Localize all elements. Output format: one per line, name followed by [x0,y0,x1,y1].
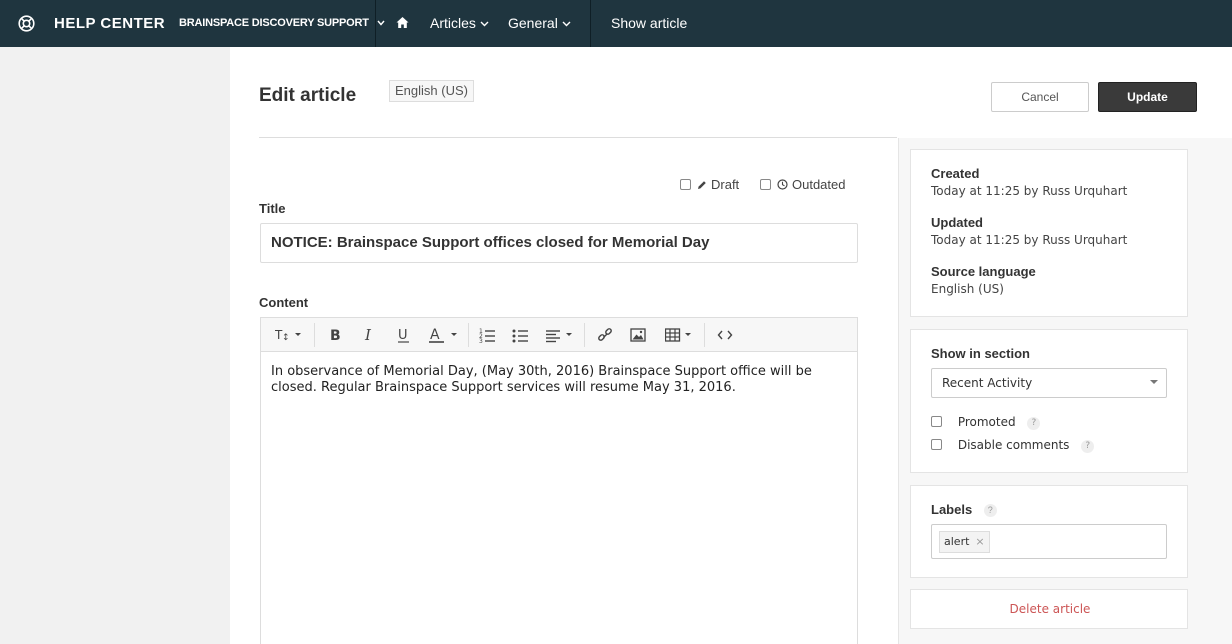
title-label: Title [259,201,286,216]
bullet-list-icon[interactable] [512,326,530,344]
nav-divider [590,0,591,47]
edit-article-panel: Edit article English (US) Cancel Update … [230,47,1232,644]
delete-article-link[interactable]: Delete article [911,590,1189,630]
help-icon[interactable]: ? [1027,417,1041,430]
label-tag: alert × [939,531,990,553]
editor-content-area[interactable]: In observance of Memorial Day, (May 30th… [261,352,857,408]
updated-value: Today at 11:25 by Russ Urquhart [931,233,1128,247]
labels-input[interactable]: alert × [931,524,1167,559]
outdated-toggle[interactable]: Outdated [760,177,846,192]
source-language-value: English (US) [931,282,1004,296]
svg-text:U: U [398,328,408,343]
labels-label: Labels [931,502,973,517]
nav-show-article[interactable]: Show article [611,15,687,31]
toolbar-divider [584,323,585,347]
nav-general-label: General [508,15,558,31]
created-label: Created [931,166,980,181]
help-center-title[interactable]: HELP CENTER [54,15,165,32]
labels-heading: Labels ? [931,502,997,517]
table-icon[interactable] [664,326,695,344]
chevron-down-icon [562,15,571,31]
toolbar-divider [468,323,469,347]
delete-card: Delete article [910,589,1188,629]
bold-icon[interactable]: B [329,326,343,344]
svg-text:B: B [330,328,341,344]
article-sidebar: Created Today at 11:25 by Russ Urquhart … [898,138,1232,644]
source-language-label: Source language [931,264,1036,279]
toolbar-divider [314,323,315,347]
updated-label: Updated [931,215,983,230]
divider [259,137,897,138]
update-button[interactable]: Update [1098,82,1197,112]
promoted-option[interactable]: Promoted ? [931,415,1041,430]
page-title: Edit article [259,85,357,106]
ordered-list-icon[interactable]: 123 [479,326,497,345]
section-card: Show in section Recent Activity Promoted… [910,329,1188,473]
section-select-value: Recent Activity [942,376,1033,390]
toolbar-divider [704,323,705,347]
disable-comments-checkbox[interactable] [931,439,942,450]
top-navigation-bar: HELP CENTER BRAINSPACE DISCOVERY SUPPORT… [0,0,1232,47]
language-badge[interactable]: English (US) [389,80,474,102]
image-icon[interactable] [630,326,646,344]
pencil-icon [698,181,706,189]
chevron-down-icon [377,17,385,29]
nav-divider [375,0,376,47]
close-icon[interactable]: × [975,535,984,548]
title-input[interactable]: NOTICE: Brainspace Support offices close… [260,223,858,263]
nav-articles-label: Articles [430,15,476,31]
svg-text:↕: ↕ [282,333,290,343]
promoted-label: Promoted [957,415,1016,429]
svg-text:I: I [364,326,372,344]
chevron-down-icon [480,15,489,31]
svg-text:3: 3 [479,338,483,344]
product-name: BRAINSPACE DISCOVERY SUPPORT [179,17,369,29]
italic-icon[interactable]: I [363,326,377,344]
home-icon[interactable] [396,16,409,29]
nav-articles[interactable]: Articles [430,15,489,31]
disable-comments-option[interactable]: Disable comments ? [931,438,1095,453]
outdated-checkbox[interactable] [760,179,771,190]
help-icon[interactable]: ? [1081,440,1095,453]
outdated-label: Outdated [792,177,846,192]
show-in-section-label: Show in section [931,346,1030,361]
align-icon[interactable] [546,326,576,344]
disable-comments-label: Disable comments [957,438,1070,452]
help-icon[interactable]: ? [983,504,997,517]
editor-toolbar: T ↕ B I U A 123 [261,318,857,352]
clock-icon [777,179,788,190]
underline-icon[interactable]: U [397,326,411,344]
caret-down-icon [1150,380,1158,384]
created-value: Today at 11:25 by Russ Urquhart [931,184,1128,198]
product-switcher[interactable]: BRAINSPACE DISCOVERY SUPPORT [179,17,385,29]
draft-label: Draft [711,177,740,192]
cancel-button[interactable]: Cancel [991,82,1089,112]
promoted-checkbox[interactable] [931,416,942,427]
text-size-icon[interactable]: T ↕ [274,326,305,344]
lifebuoy-icon[interactable] [18,15,35,32]
section-select[interactable]: Recent Activity [931,368,1167,398]
article-meta-card: Created Today at 11:25 by Russ Urquhart … [910,149,1188,317]
label-tag-text: alert [944,535,970,548]
code-icon[interactable] [717,326,733,344]
text-color-icon[interactable]: A [429,326,461,344]
link-icon[interactable] [597,326,613,344]
svg-text:A: A [430,327,440,343]
nav-general[interactable]: General [508,15,571,31]
draft-toggle[interactable]: Draft [680,177,739,192]
labels-card: Labels ? alert × [910,485,1188,578]
content-label: Content [259,295,309,310]
content-editor: T ↕ B I U A 123 In observance of Memorial… [260,317,858,644]
draft-checkbox[interactable] [680,179,691,190]
